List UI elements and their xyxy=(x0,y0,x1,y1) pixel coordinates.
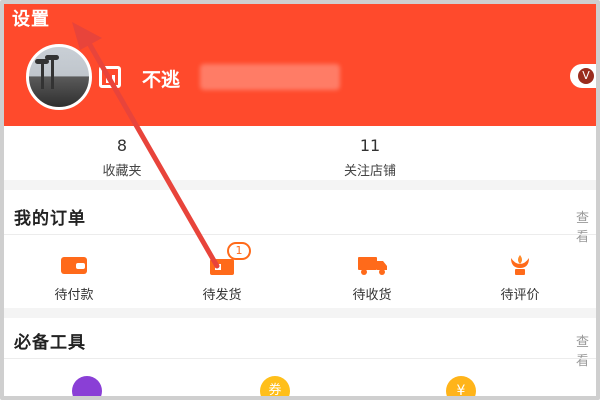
app-frame: 设置 不逃 V 8 收藏夹 11 关注店铺 我的订单 查看 待付款 1 待发货 … xyxy=(0,0,600,400)
annotation-arrow xyxy=(72,22,220,269)
